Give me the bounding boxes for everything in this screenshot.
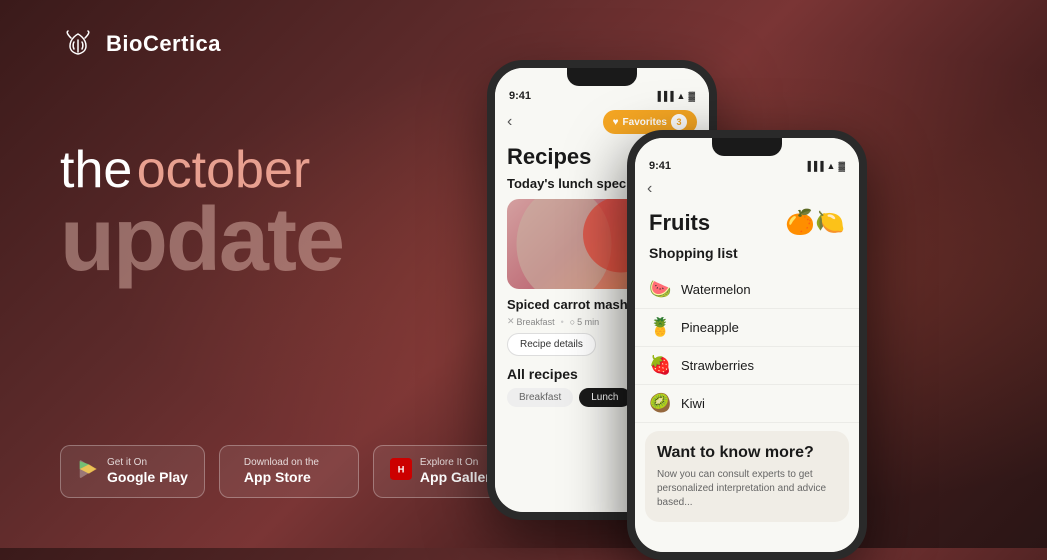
wifi-icon: ▲ xyxy=(677,91,686,101)
shopping-list-title: Shopping list xyxy=(635,245,859,271)
phone2-nav: ‹ xyxy=(635,176,859,204)
separator: • xyxy=(561,317,564,327)
phone2-screen: 9:41 ▐▐▐ ▲ ▓ ‹ Fruits 🍊🍋 Shopping list 🍉… xyxy=(635,138,859,552)
app-store-texts: Download on the App Store xyxy=(244,457,319,486)
app-store-big-text: App Store xyxy=(244,469,319,486)
svg-text:H: H xyxy=(398,465,405,475)
phone2-back-icon[interactable]: ‹ xyxy=(647,180,652,197)
google-play-big-text: Google Play xyxy=(107,469,188,486)
want-to-know-section: Want to know more? Now you can consult e… xyxy=(645,431,849,522)
want-to-know-desc: Now you can consult experts to get perso… xyxy=(657,468,837,510)
google-play-small-text: Get it On xyxy=(107,457,188,469)
app-store-button[interactable]: Download on the App Store xyxy=(219,445,359,498)
wifi-icon2: ▲ xyxy=(827,161,836,171)
battery-icon: ▓ xyxy=(688,91,695,101)
strawberries-name: Strawberries xyxy=(681,358,754,373)
kiwi-emoji: 🥝 xyxy=(649,393,671,414)
fruit-item-strawberries: 🍓 Strawberries xyxy=(635,347,859,385)
cross-icon: ✕ xyxy=(507,316,515,327)
app-store-small-text: Download on the xyxy=(244,457,319,469)
kiwi-name: Kiwi xyxy=(681,396,705,411)
google-play-texts: Get it On Google Play xyxy=(107,457,188,486)
clock-icon: ○ xyxy=(570,317,575,327)
favorites-label: Favorites xyxy=(623,117,667,128)
biocertica-logo-icon xyxy=(60,30,96,58)
google-play-button[interactable]: Get it On Google Play xyxy=(60,445,205,498)
filter-breakfast-tab[interactable]: Breakfast xyxy=(507,388,573,407)
watermelon-name: Watermelon xyxy=(681,282,751,297)
favorites-count: 3 xyxy=(671,114,687,130)
hero-text-block: the october update xyxy=(60,140,343,285)
phones-area: 9:41 ▐▐▐ ▲ ▓ ‹ ♥ Favorites 3 Recipes Tod… xyxy=(457,0,1017,548)
heart-icon: ♥ xyxy=(613,117,619,128)
phone1-back-icon[interactable]: ‹ xyxy=(507,113,512,131)
store-buttons-group: Get it On Google Play Download on the Ap… xyxy=(60,445,516,498)
fruit-item-kiwi: 🥝 Kiwi xyxy=(635,385,859,423)
logo-area: BioCertica xyxy=(60,30,221,58)
phone1-status-icons: ▐▐▐ ▲ ▓ xyxy=(654,91,695,101)
time-label: 5 min xyxy=(577,317,599,327)
filter-lunch-tab[interactable]: Lunch xyxy=(579,388,630,407)
want-to-know-title: Want to know more? xyxy=(657,443,837,462)
phone2-fruits: 9:41 ▐▐▐ ▲ ▓ ‹ Fruits 🍊🍋 Shopping list 🍉… xyxy=(627,130,867,560)
watermelon-emoji: 🍉 xyxy=(649,279,671,300)
huawei-icon: H xyxy=(390,458,412,485)
phone2-status-icons: ▐▐▐ ▲ ▓ xyxy=(804,161,845,171)
signal-icon2: ▐▐▐ xyxy=(804,161,823,171)
phone2-time: 9:41 xyxy=(649,160,671,172)
phone1-notch xyxy=(567,68,637,86)
fruit-item-watermelon: 🍉 Watermelon xyxy=(635,271,859,309)
phone2-notch xyxy=(712,138,782,156)
google-play-icon xyxy=(77,456,99,487)
tag-breakfast: ✕ Breakfast xyxy=(507,316,555,327)
breakfast-label: Breakfast xyxy=(517,317,555,327)
signal-icon: ▐▐▐ xyxy=(654,91,673,101)
recipe-details-button[interactable]: Recipe details xyxy=(507,333,596,356)
brand-name: BioCertica xyxy=(106,31,221,57)
pineapple-name: Pineapple xyxy=(681,320,739,335)
battery-icon2: ▓ xyxy=(838,161,845,171)
tag-time: ○ 5 min xyxy=(570,317,599,327)
pineapple-emoji: 🍍 xyxy=(649,317,671,338)
fruits-emoji: 🍊🍋 xyxy=(785,208,845,237)
strawberries-emoji: 🍓 xyxy=(649,355,671,376)
fruit-item-pineapple: 🍍 Pineapple xyxy=(635,309,859,347)
fruits-title: Fruits xyxy=(649,210,710,236)
fruits-header: Fruits 🍊🍋 xyxy=(635,204,859,245)
phone1-time: 9:41 xyxy=(509,90,531,102)
hero-update: update xyxy=(60,195,343,285)
